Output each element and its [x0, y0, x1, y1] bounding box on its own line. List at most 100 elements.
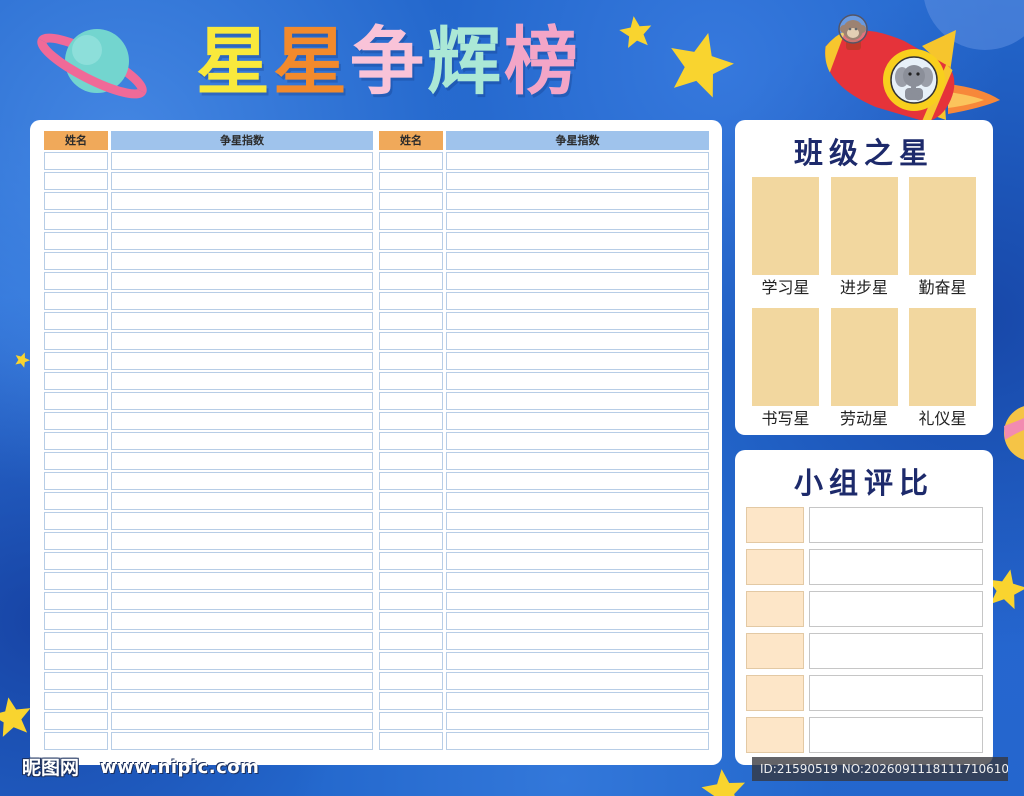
- award-item: 学习星: [752, 177, 819, 299]
- table-row: [44, 192, 373, 210]
- name-cell: [44, 532, 108, 550]
- name-cell: [44, 632, 108, 650]
- score-cell: [111, 692, 373, 710]
- group-score-box: [809, 591, 983, 627]
- score-cell: [111, 532, 373, 550]
- award-label: 劳动星: [839, 409, 888, 428]
- score-cell: [446, 672, 709, 690]
- name-cell: [379, 252, 443, 270]
- table-row: [379, 552, 709, 570]
- score-cell: [446, 612, 709, 630]
- table-row: [44, 212, 373, 230]
- table-header: 姓名 争星指数: [379, 131, 709, 150]
- table-row: [44, 352, 373, 370]
- score-cell: [111, 332, 373, 350]
- score-cell: [111, 372, 373, 390]
- name-cell: [44, 472, 108, 490]
- table-row: [44, 152, 373, 170]
- name-cell: [44, 252, 108, 270]
- award-item: 进步星: [830, 177, 898, 299]
- group-score-box: [809, 717, 983, 753]
- score-cell: [111, 492, 373, 510]
- score-cell: [111, 652, 373, 670]
- title-char: 星: [196, 19, 273, 105]
- score-cell: [111, 412, 373, 430]
- score-cell: [446, 452, 709, 470]
- title-char: 榜: [504, 19, 581, 105]
- name-cell: [379, 392, 443, 410]
- score-cell: [446, 472, 709, 490]
- group-row: [746, 633, 983, 669]
- table-row: [44, 492, 373, 510]
- score-cell: [446, 192, 709, 210]
- name-cell: [44, 672, 108, 690]
- table-row: [379, 212, 709, 230]
- score-cell: [446, 732, 709, 750]
- score-cell: [446, 632, 709, 650]
- name-cell: [44, 372, 108, 390]
- score-cell: [446, 372, 709, 390]
- table-row: [379, 232, 709, 250]
- group-score-box: [809, 507, 983, 543]
- name-cell: [379, 732, 443, 750]
- name-cell: [44, 292, 108, 310]
- score-cell: [446, 712, 709, 730]
- title-char: 争: [350, 19, 427, 105]
- score-cell: [446, 272, 709, 290]
- table-row: [44, 612, 373, 630]
- title-char: 星: [273, 19, 350, 105]
- name-cell: [379, 292, 443, 310]
- name-cell: [379, 372, 443, 390]
- table-row: [44, 732, 373, 750]
- name-cell: [379, 612, 443, 630]
- table-row: [379, 192, 709, 210]
- name-cell: [379, 672, 443, 690]
- name-cell: [379, 452, 443, 470]
- table-row: [379, 272, 709, 290]
- name-cell: [379, 692, 443, 710]
- table-row: [379, 432, 709, 450]
- score-cell: [111, 512, 373, 530]
- score-cell: [111, 232, 373, 250]
- table-row: [44, 692, 373, 710]
- group-score-box: [809, 549, 983, 585]
- name-cell: [44, 392, 108, 410]
- table-row: [379, 592, 709, 610]
- table-row: [379, 632, 709, 650]
- star-icon: [701, 769, 746, 796]
- star-icon: [619, 16, 652, 49]
- score-cell: [111, 292, 373, 310]
- poster-title: 星 星 争 辉 榜: [196, 20, 581, 104]
- table-row: [44, 252, 373, 270]
- name-cell: [44, 412, 108, 430]
- score-cell: [111, 572, 373, 590]
- table-row: [379, 732, 709, 750]
- award-label: 学习星: [761, 278, 810, 297]
- name-cell: [379, 712, 443, 730]
- name-cell: [44, 232, 108, 250]
- name-cell: [44, 692, 108, 710]
- table-row: [379, 512, 709, 530]
- name-cell: [44, 592, 108, 610]
- group-ranking-title: 小组评比: [793, 466, 934, 500]
- name-cell: [379, 432, 443, 450]
- table-row: [379, 392, 709, 410]
- score-cell: [111, 272, 373, 290]
- score-cell: [446, 232, 709, 250]
- score-table-right: 姓名 争星指数: [379, 131, 709, 750]
- table-row: [44, 712, 373, 730]
- star-icon: [15, 352, 30, 368]
- table-row: [379, 332, 709, 350]
- score-index-header: 争星指数: [446, 131, 709, 150]
- group-score-box: [809, 633, 983, 669]
- award-photo-box: [909, 308, 976, 406]
- group-row: [746, 675, 983, 711]
- table-row: [44, 552, 373, 570]
- table-row: [379, 372, 709, 390]
- table-row: [44, 392, 373, 410]
- table-row: [44, 672, 373, 690]
- score-cell: [111, 172, 373, 190]
- score-cell: [111, 352, 373, 370]
- table-row: [379, 652, 709, 670]
- table-row: [44, 272, 373, 290]
